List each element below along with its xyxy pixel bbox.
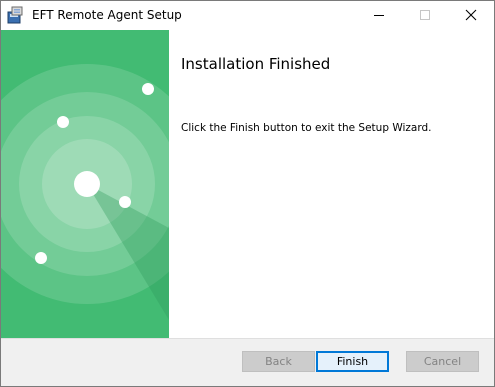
finish-message: Click the Finish button to exit the Setu… <box>181 122 432 134</box>
maximize-button[interactable] <box>402 1 448 30</box>
minimize-icon <box>374 15 384 16</box>
button-bar: Back Finish Cancel <box>1 338 494 386</box>
window-title: EFT Remote Agent Setup <box>32 8 182 22</box>
maximize-icon <box>420 10 430 20</box>
back-button[interactable]: Back <box>242 351 315 372</box>
finish-button[interactable]: Finish <box>316 351 389 372</box>
title-bar[interactable]: EFT Remote Agent Setup <box>1 1 494 30</box>
installer-icon <box>7 6 25 24</box>
cancel-button[interactable]: Cancel <box>406 351 479 372</box>
close-button[interactable] <box>448 1 494 30</box>
setup-window: EFT Remote Agent Setup Installation Fini… <box>0 0 495 387</box>
minimize-button[interactable] <box>356 1 402 30</box>
wizard-banner-graphic <box>1 30 169 338</box>
close-icon <box>465 9 477 21</box>
page-title: Installation Finished <box>181 55 331 73</box>
radar-graphic <box>1 30 169 338</box>
